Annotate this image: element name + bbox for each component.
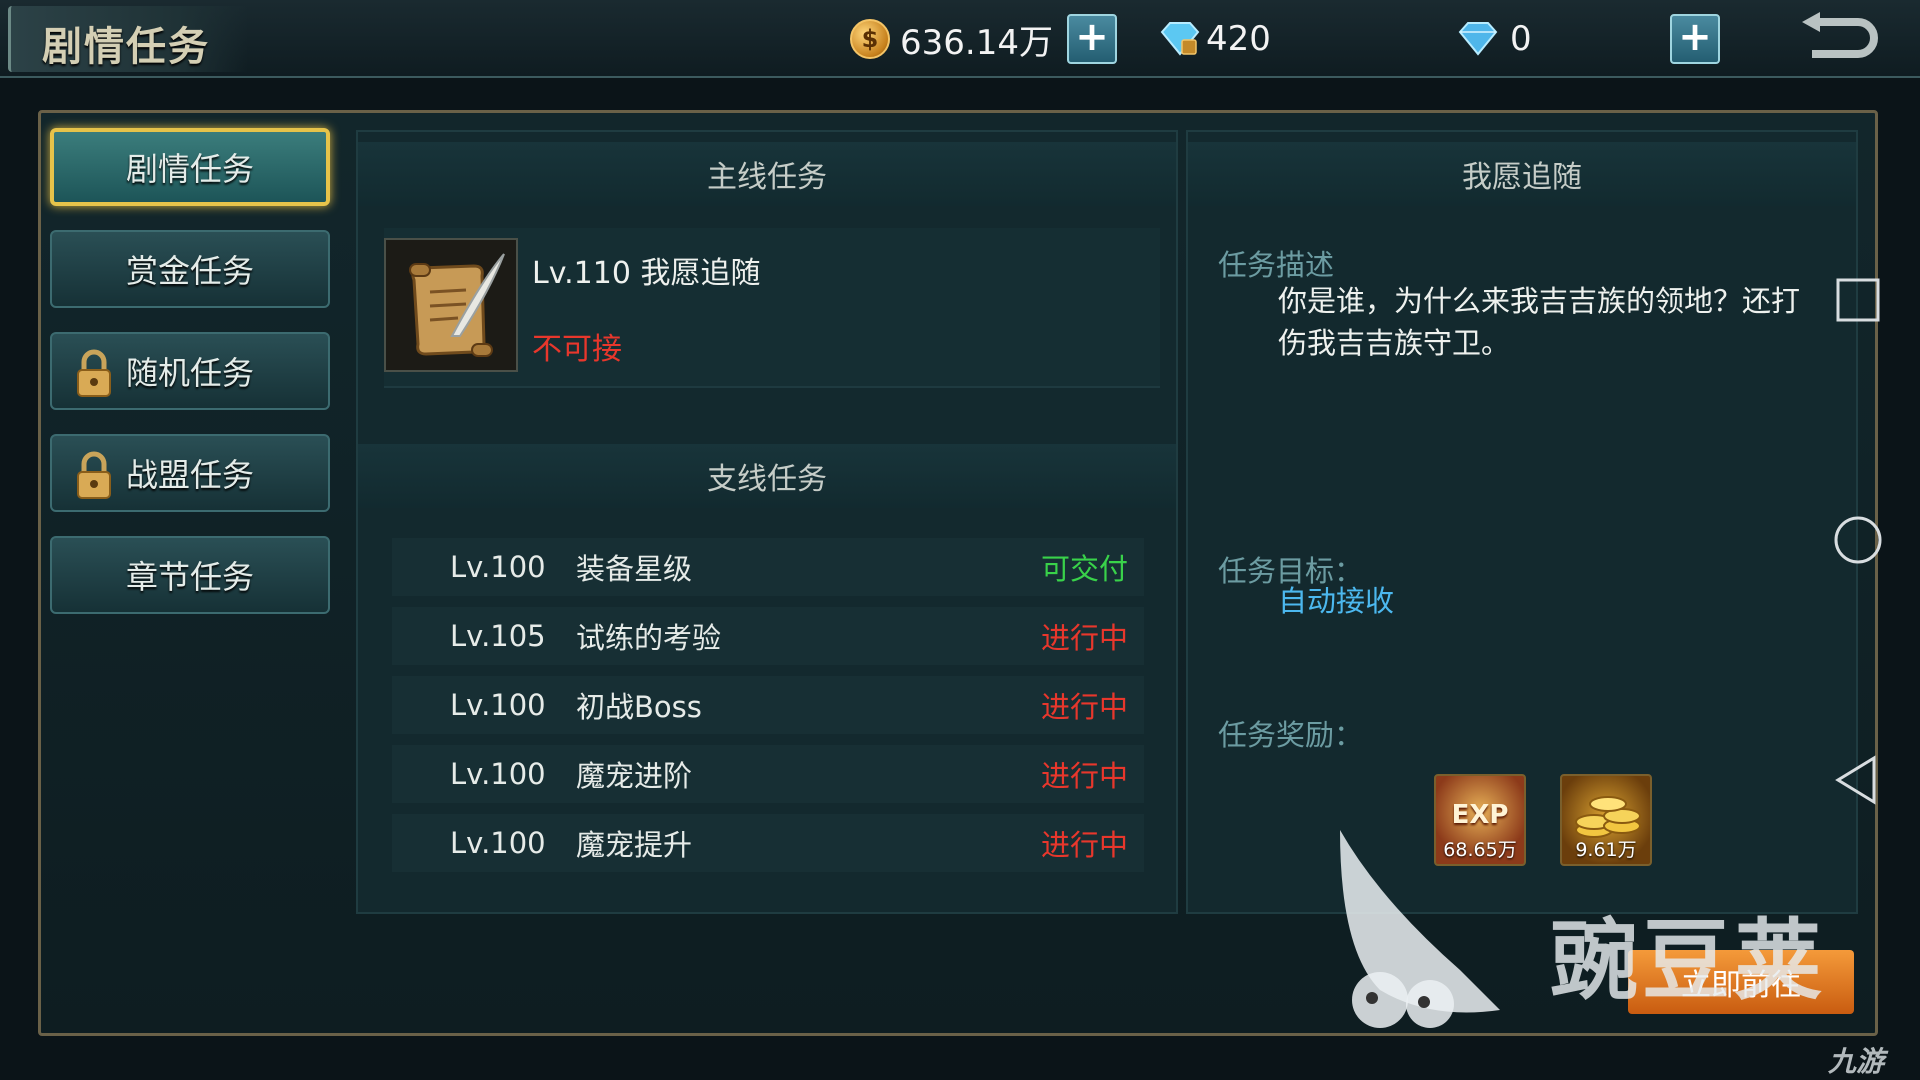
side-quest-rows: Lv.100 装备星级 可交付 Lv.105 试练的考验 进行中 Lv.100 … [392,538,1144,883]
top-bar: 剧情任务 $ 636.14万 + 420 0 + [0,0,1920,78]
main-quest-status: 不可接 [532,332,622,367]
circle-icon [1834,516,1882,564]
tab-label: 战盟任务 [125,456,254,494]
gold-amount: 9.61万 [1575,839,1637,861]
quest-target: 自动接收 [1278,584,1395,618]
quest-name: 初战Boss [576,690,702,724]
side-quest-header: 支线任务 [358,444,1176,508]
quest-status: 进行中 [1040,759,1128,793]
side-quest-row[interactable]: Lv.100 魔宠进阶 进行中 [392,745,1144,803]
gold-coin-icon: $ [850,19,890,59]
side-quest-row[interactable]: Lv.100 初战Boss 进行中 [392,676,1144,734]
bound-diamond-resource: 420 [1158,14,1271,64]
tab-label: 随机任务 [125,354,254,392]
main-quest-header-label: 主线任务 [707,160,827,195]
quest-name: 装备星级 [576,552,693,586]
tab-label: 剧情任务 [125,150,254,188]
quest-name: 魔宠提升 [576,828,693,862]
quest-level: Lv.100 [450,826,546,860]
quest-detail-panel: 我愿追随 任务描述 你是谁，为什么来我吉吉族的领地？还打伤我吉吉族守卫。 任务目… [1186,130,1858,914]
diamond-resource: 0 [1456,14,1532,64]
tab-story-quests[interactable]: 剧情任务 [50,128,330,206]
lock-icon [77,349,111,397]
bound-diamond-icon [1158,20,1202,58]
main-quest-name: Lv.110 我愿追随 [532,256,761,291]
go-now-label: 立即前往 [1681,968,1801,1003]
tab-label: 赏金任务 [125,252,254,290]
add-diamond-button[interactable]: + [1670,14,1720,64]
side-quest-row[interactable]: Lv.100 装备星级 可交付 [392,538,1144,596]
gold-resource: $ 636.14万 + [850,14,1117,64]
bound-diamond-value: 420 [1206,19,1271,59]
quest-status: 可交付 [1040,552,1128,586]
exp-reward[interactable]: EXP 68.65万 [1434,774,1526,866]
side-quest-row[interactable]: Lv.105 试练的考验 进行中 [392,607,1144,665]
quest-level: Lv.100 [450,550,546,584]
quest-status: 进行中 [1040,690,1128,724]
main-quest-header: 主线任务 [358,142,1176,206]
side-quest-header-label: 支线任务 [707,462,827,497]
reward-label: 任务奖励： [1218,718,1364,752]
back-nav-button[interactable] [1830,752,1886,808]
tab-random-quests[interactable]: 随机任务 [50,332,330,410]
diamond-icon [1456,20,1500,58]
desc-label: 任务描述 [1218,248,1335,282]
quest-name: 魔宠进阶 [576,759,693,793]
tab-bounty-quests[interactable]: 赏金任务 [50,230,330,308]
gold-reward[interactable]: 9.61万 [1560,774,1652,866]
diamond-value: 0 [1510,19,1532,59]
exp-icon: EXP [1451,800,1509,830]
add-gold-button[interactable]: + [1066,14,1117,64]
quest-description: 你是谁，为什么来我吉吉族的领地？还打伤我吉吉族守卫。 [1278,284,1801,360]
tab-alliance-quests[interactable]: 战盟任务 [50,434,330,512]
tab-label: 章节任务 [125,558,254,596]
quest-status: 进行中 [1040,828,1128,862]
quest-status: 进行中 [1040,621,1128,655]
quest-name: 试练的考验 [576,621,722,655]
home-button[interactable] [1830,512,1886,568]
android-nav-bar [1800,0,1920,1080]
gold-value: 636.14万 [900,22,1053,63]
tab-list: 剧情任务 赏金任务 随机任务 战盟任务 章节任务 [50,128,338,638]
quest-level: Lv.100 [450,757,546,791]
jiuyou-logo: 九游 [1828,1045,1885,1078]
lock-icon [77,451,111,499]
square-icon [1836,278,1880,322]
quest-level: Lv.105 [450,619,546,653]
side-quest-row[interactable]: Lv.100 魔宠提升 进行中 [392,814,1144,872]
scroll-quill-icon [384,238,518,372]
page-title: 剧情任务 [42,24,210,70]
tab-chapter-quests[interactable]: 章节任务 [50,536,330,614]
recent-apps-button[interactable] [1830,272,1886,328]
exp-amount: 68.65万 [1443,839,1517,861]
quest-level: Lv.100 [450,688,546,722]
main-quest-item[interactable]: Lv.110 我愿追随 不可接 [384,228,1160,388]
detail-title: 我愿追随 [1188,142,1856,206]
triangle-back-icon [1835,755,1876,805]
detail-title-label: 我愿追随 [1462,160,1582,195]
